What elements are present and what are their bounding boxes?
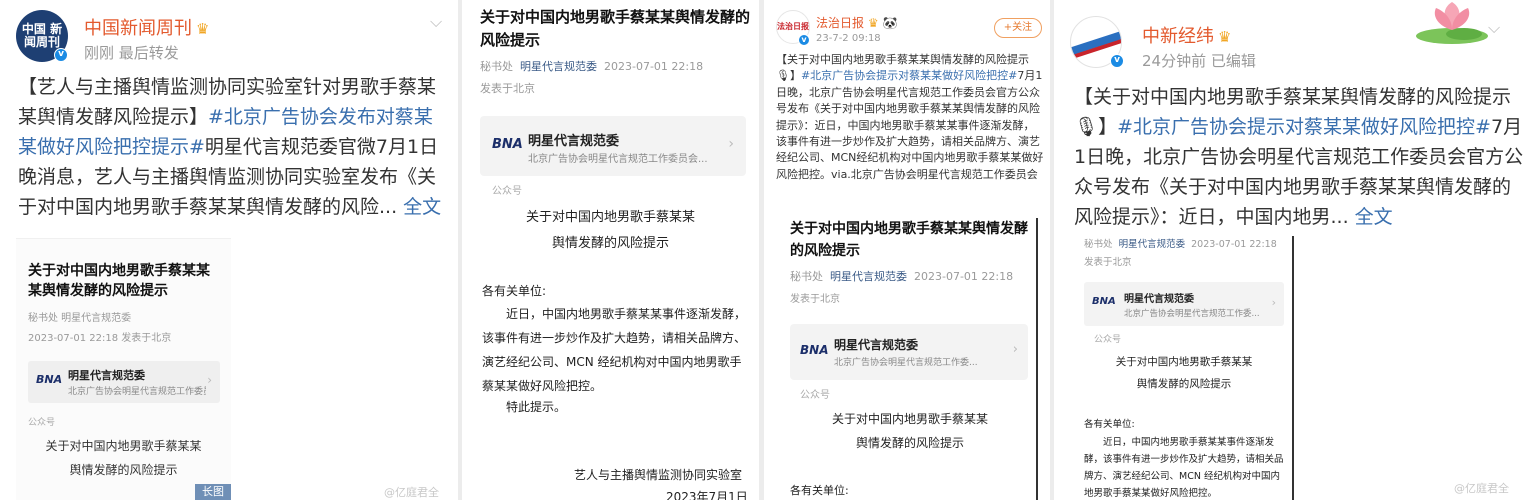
image-border: [1036, 218, 1038, 500]
account-name[interactable]: 法治日报 ♛ 🐼: [816, 14, 897, 31]
lotus-decoration-icon: [1416, 2, 1488, 44]
chevron-right-icon: ›: [207, 373, 212, 387]
bna-logo-icon: BNA: [1092, 296, 1116, 307]
weibo-post-legal-daily: 法治日报 v 法治日报 ♛ 🐼 23-7-2 09:18 +关注 【关于对中国内…: [764, 0, 1050, 500]
image-meta-date: 2023-07-01 22:18 发表于北京: [28, 333, 172, 344]
card-subtitle: 北京广告协会明星代言规范工作委员会...: [528, 154, 708, 165]
card-title: 明星代言规范委: [68, 369, 145, 382]
doc-title-line1: 关于对中国内地男歌手蔡某某: [525, 210, 695, 225]
image-border: [1292, 236, 1294, 500]
read-more-link[interactable]: 全文: [403, 196, 441, 218]
image-meta: 秘书处 明星代言规范委: [28, 313, 132, 324]
chevron-right-icon: ›: [728, 136, 734, 152]
doc-greeting: 各有关单位:: [1084, 419, 1135, 430]
chevron-down-icon[interactable]: ⌵: [1488, 18, 1500, 38]
bna-logo-icon: BNA: [492, 137, 523, 152]
audio-icon: 🎙: [776, 69, 790, 83]
card-label: 公众号: [28, 418, 56, 428]
wechat-article-screenshot: 关于对中国内地男歌手蔡某某舆情发酵的风险提示 秘书处 明星代言规范委 2023-…: [462, 0, 759, 500]
doc-greeting: 各有关单位:: [482, 284, 547, 298]
article-image[interactable]: 关于对中国内地男歌手蔡某某某舆情发酵的风险提示 秘书处 明星代言规范委 2023…: [16, 238, 231, 500]
account-card[interactable]: BNA 明星代言规范委 北京广告协会明星代言规范工作委... ›: [1084, 282, 1284, 326]
doc-title-line1: 关于对中国内地男歌手蔡某某: [45, 439, 202, 453]
card-title: 明星代言规范委: [834, 338, 919, 352]
topic-link[interactable]: #北京广告协会提示对蔡某某做好风险把控#: [801, 69, 1017, 82]
article-location: 发表于北京: [480, 82, 535, 95]
account-link[interactable]: 明星代言规范委: [830, 270, 907, 283]
account-card[interactable]: BNA 明星代言规范委 北京广告协会明星代言规范工作委员会... ›: [480, 116, 746, 176]
audio-icon: 🎙: [1074, 116, 1099, 138]
account-name[interactable]: 中新经纬 ♛: [1142, 22, 1231, 48]
verified-badge-icon: v: [54, 48, 68, 62]
article-meta: 秘书处 明星代言规范委 2023-07-01 22:18: [1084, 239, 1277, 250]
doc-title-line2: 舆情发酵的风险提示: [551, 236, 669, 251]
post-text: 【关于对中国内地男歌手蔡某某舆情发酵的风险提示🎙】#北京广告协会提示对蔡某某做好…: [1074, 86, 1524, 228]
doc-title-line1: 关于对中国内地男歌手蔡某某: [831, 412, 988, 426]
doc-greeting: 各有关单位:: [790, 484, 849, 497]
image-title: 关于对中国内地男歌手蔡某某某舆情发酵的风险提示: [28, 263, 210, 299]
post-text: 【关于对中国内地男歌手蔡某某舆情发酵的风险提示🎙】#北京广告协会提示对蔡某某做好…: [776, 53, 1044, 181]
article-title: 关于对中国内地男歌手蔡某某舆情发酵的风险提示: [480, 8, 751, 49]
account-name[interactable]: 中国新闻周刊 ♛: [84, 14, 209, 40]
doc-closing: 特此提示。: [506, 400, 567, 414]
doc-title-line2: 舆情发酵的风险提示: [1136, 378, 1232, 390]
weibo-post-china-newsweek: 中国 新闻周刊 v 中国新闻周刊 ♛ 刚刚 最后转发 ⌵ 【艺人与主播舆情监测协同…: [0, 0, 458, 500]
verified-badge-icon: v: [1110, 54, 1124, 68]
panda-icon: 🐼: [882, 16, 898, 30]
verified-badge-icon: v: [798, 34, 810, 46]
read-more-link[interactable]: 全文: [1355, 206, 1393, 228]
bna-logo-icon: BNA: [36, 373, 63, 386]
card-label: 公众号: [1094, 335, 1122, 345]
account-link[interactable]: 明星代言规范委: [520, 60, 597, 73]
card-label: 公众号: [492, 186, 522, 197]
card-subtitle: 北京广告协会明星代言规范工作委员会...: [68, 387, 206, 397]
crown-icon: ♛: [867, 16, 879, 30]
article-title: 关于对中国内地男歌手蔡某某舆情发酵的风险提示: [790, 221, 1028, 259]
card-label: 公众号: [800, 390, 830, 401]
follow-button[interactable]: +关注: [994, 18, 1042, 38]
account-link[interactable]: 明星代言规范委: [1119, 239, 1186, 250]
watermark: @亿庭君全: [1454, 482, 1509, 495]
card-title: 明星代言规范委: [1124, 294, 1194, 305]
card-subtitle: 北京广告协会明星代言规范工作委...: [1124, 309, 1260, 319]
article-meta: 秘书处 明星代言规范委 2023-07-01 22:18: [480, 60, 704, 73]
article-meta: 秘书处 明星代言规范委 2023-07-01 22:18: [790, 270, 1014, 283]
watermark: @亿庭君全: [384, 486, 439, 499]
post-time: 23-7-2 09:18: [816, 33, 881, 44]
account-card: BNA 明星代言规范委 北京广告协会明星代言规范工作委员会... ›: [28, 361, 220, 403]
doc-date: 2023年7月1日: [666, 490, 748, 500]
topic-link[interactable]: #北京广告协会提示对蔡某某做好风险把控#: [1117, 116, 1491, 138]
doc-title-line2: 舆情发酵的风险提示: [855, 436, 964, 450]
bna-logo-icon: BNA: [800, 343, 829, 357]
account-card[interactable]: BNA 明星代言规范委 北京广告协会明星代言规范工作委... ›: [790, 324, 1028, 380]
doc-title-line2: 舆情发酵的风险提示: [69, 463, 178, 477]
chevron-right-icon: ›: [1012, 342, 1018, 357]
doc-signature: 艺人与主播舆情监测协同实验室: [574, 468, 743, 482]
doc-title-line1: 关于对中国内地男歌手蔡某某: [1115, 356, 1253, 368]
crown-icon: ♛: [196, 20, 210, 38]
doc-paragraph: 近日，中国内地男歌手蔡某某事件逐渐发酵，该事件有进一步炒作及扩大趋势，请相关品牌…: [482, 307, 747, 393]
post-meta: 刚刚 最后转发: [84, 44, 179, 62]
chevron-down-icon[interactable]: ⌵: [430, 12, 442, 32]
card-subtitle: 北京广告协会明星代言规范工作委...: [834, 358, 978, 368]
post-meta: 24分钟前 已编辑: [1142, 52, 1256, 70]
doc-paragraph: 近日，中国内地男歌手蔡某某事件逐渐发酵，该事件有进一步炒作及扩大趋势，请相关品牌…: [1084, 437, 1284, 499]
post-text: 【艺人与主播舆情监测协同实验室针对男歌手蔡某某舆情发酵风险提示】#北京广告协会发…: [18, 76, 442, 218]
chevron-right-icon: ›: [1271, 296, 1276, 309]
weibo-post-chinanews-economic: v 中新经纬 ♛ 24分钟前 已编辑 ⌵ 【关于对中国内地男歌手蔡某某舆情发酵的风…: [1054, 0, 1536, 500]
crown-icon: ♛: [1218, 28, 1232, 46]
card-title: 明星代言规范委: [528, 134, 620, 149]
long-image-badge: 长图: [195, 484, 231, 500]
article-location: 发表于北京: [790, 294, 840, 305]
article-location: 发表于北京: [1084, 257, 1132, 268]
